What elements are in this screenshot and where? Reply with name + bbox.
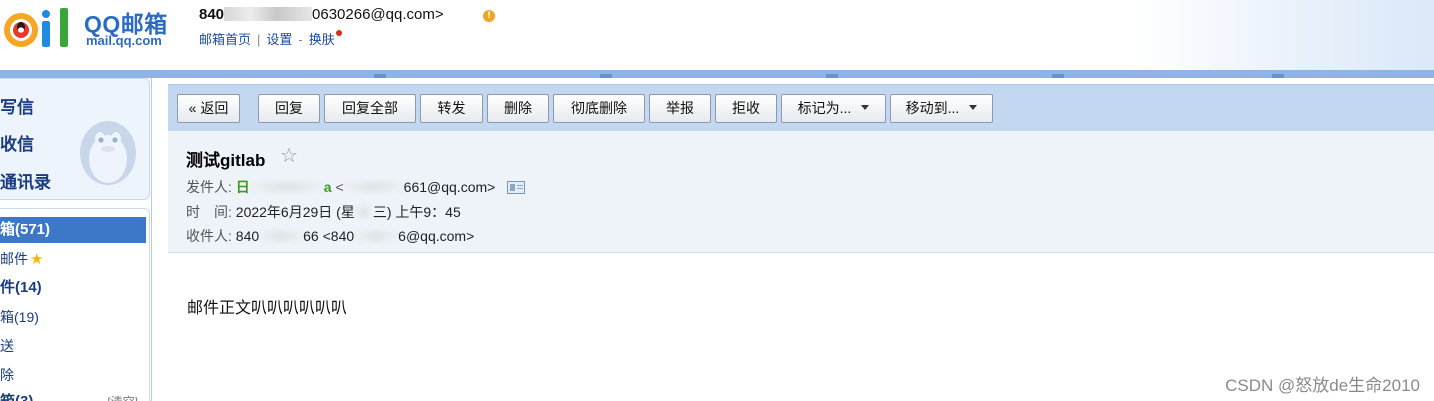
mail-subject: 测试gitlab <box>186 151 266 170</box>
reject-button[interactable]: 拒收 <box>715 94 777 123</box>
redacted-blur <box>249 179 324 195</box>
link-separator: | <box>257 32 261 47</box>
link-mail-home[interactable]: 邮箱首页 <box>199 32 251 47</box>
chevron-down-icon <box>969 105 978 110</box>
logo-domain[interactable]: mail.qq.com <box>86 33 162 48</box>
contact-card-icon[interactable] <box>507 181 526 194</box>
recipient-email-start: <840 <box>322 228 355 244</box>
folder-inbox[interactable]: 箱(571) <box>0 217 146 243</box>
folder-label: 邮件 <box>0 251 28 267</box>
recipient-name-start: 840 <box>235 228 260 244</box>
time-value-a: 2022年6月29日 (星 <box>235 204 355 220</box>
time-row: 时 间: 2022年6月29日 (星 三) 上午9：45 <box>186 202 461 222</box>
mark-as-dropdown[interactable]: 标记为... <box>781 94 886 123</box>
time-label: 时 间: <box>186 204 232 220</box>
warning-icon[interactable]: ! <box>483 10 495 22</box>
forward-button[interactable]: 转发 <box>420 94 483 123</box>
sender-email: 661@qq.com> <box>403 179 496 195</box>
folder-spam[interactable]: 箱(3) [清空] <box>0 389 146 401</box>
top-links: 邮箱首页 | 设置 - 换肤 <box>199 29 342 48</box>
folder-label: 送 <box>0 338 14 354</box>
top-header: QQ邮箱 mail.qq.com 840 0630266@qq.com> ! 邮箱… <box>0 0 1434 70</box>
recipient-email-end: 6@qq.com> <box>398 228 475 244</box>
folder-deleted[interactable]: 除 <box>0 362 146 388</box>
sender-lt: < <box>335 179 344 195</box>
to-row: 收件人: 840 66 <840 6@qq.com> <box>186 226 474 246</box>
report-button[interactable]: 举报 <box>649 94 711 123</box>
account-prefix: 840 <box>199 6 225 23</box>
folder-sent[interactable]: 送 <box>0 333 146 359</box>
receive-button[interactable]: 收信 <box>0 130 34 155</box>
star-icon: ★ <box>30 251 44 268</box>
link-change-skin[interactable]: 换肤 <box>309 32 335 47</box>
folder-label: 除 <box>0 367 14 383</box>
folder-groups[interactable]: 件(14) <box>0 275 146 301</box>
mail-reader: « 返回 回复 回复全部 转发 删除 彻底删除 举报 拒收 标记为... 移动到… <box>168 78 1434 401</box>
chevron-down-icon <box>861 105 870 110</box>
star-icon[interactable]: ☆ <box>280 143 298 167</box>
clear-folder-link[interactable]: [清空] <box>107 389 138 401</box>
folder-starred[interactable]: 邮件 ★ <box>0 246 146 272</box>
mail-body: 邮件正文叭叭叭叭叭叭 <box>187 300 348 317</box>
sidebar-actions: 写信 收信 通讯录 <box>0 78 150 200</box>
delete-permanently-button[interactable]: 彻底删除 <box>553 94 645 123</box>
redacted-blur <box>354 228 399 244</box>
link-settings[interactable]: 设置 <box>266 32 292 47</box>
folder-label: 箱(3) <box>0 393 33 401</box>
back-button[interactable]: « 返回 <box>177 94 240 123</box>
from-label: 发件人: <box>186 179 232 195</box>
mail-header: 测试gitlab ☆ 发件人: 日a <661@qq.com> 时 间: 202… <box>168 131 1434 253</box>
mail-toolbar: « 返回 回复 回复全部 转发 删除 彻底删除 举报 拒收 标记为... 移动到… <box>168 84 1434 131</box>
compose-button[interactable]: 写信 <box>0 93 34 118</box>
from-row: 发件人: 日a <661@qq.com> <box>186 177 526 197</box>
folder-drafts[interactable]: 箱(19) <box>0 304 146 330</box>
header-sky-decoration <box>1134 0 1434 70</box>
qq-mail-logo-icon[interactable] <box>2 4 76 52</box>
move-to-dropdown[interactable]: 移动到... <box>890 94 993 123</box>
sender-name-start: 日 <box>235 179 250 195</box>
redacted-blur <box>343 179 404 195</box>
account-redacted <box>224 7 313 21</box>
sidebar: 写信 收信 通讯录 箱(571) 邮件★ 件(14) 箱(19) 送 除 箱(3… <box>0 78 152 401</box>
redacted-blur <box>259 228 304 244</box>
account-email: 0630266@qq.com> <box>312 6 444 23</box>
redacted-blur <box>354 204 373 220</box>
penguin-watermark-icon <box>80 121 136 185</box>
recipient-email: <840 6@qq.com> <box>322 228 475 244</box>
link-separator: - <box>298 32 303 47</box>
time-value-b: 三) 上午9：45 <box>372 204 461 220</box>
folder-label: 箱(571) <box>0 221 51 238</box>
contacts-button[interactable]: 通讯录 <box>0 168 51 193</box>
to-label: 收件人: <box>186 228 232 244</box>
delete-button[interactable]: 删除 <box>487 94 549 123</box>
reply-button[interactable]: 回复 <box>258 94 320 123</box>
recipient-name-end: 66 <box>303 228 319 244</box>
reply-all-button[interactable]: 回复全部 <box>324 94 416 123</box>
account-address: 840 0630266@qq.com> <box>199 6 444 23</box>
header-blue-band <box>0 70 1434 78</box>
new-dot-icon <box>335 30 342 36</box>
sender-name-end: a <box>323 179 332 195</box>
move-to-label: 移动到... <box>905 100 960 116</box>
csdn-watermark: CSDN @怒放de生命2010 <box>1225 376 1420 395</box>
mark-as-label: 标记为... <box>797 100 852 116</box>
folder-label: 件(14) <box>0 279 42 296</box>
folder-list: 箱(571) 邮件★ 件(14) 箱(19) 送 除 箱(3) [清空] <box>0 208 150 401</box>
folder-label: 箱(19) <box>0 309 39 325</box>
recipient-name: 840 66 <box>236 228 319 244</box>
sender-name[interactable]: 日a <box>236 179 332 195</box>
